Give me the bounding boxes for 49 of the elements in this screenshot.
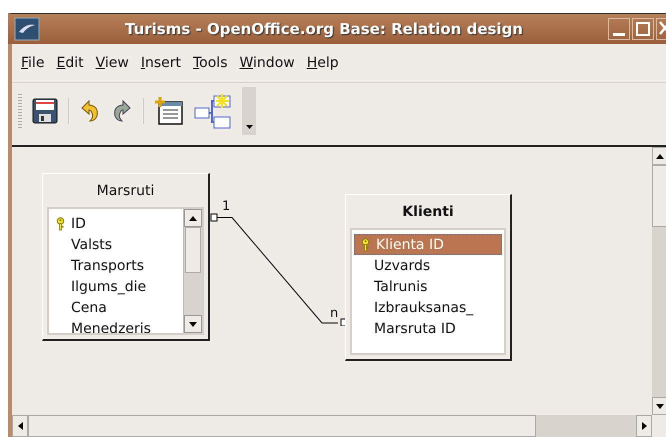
menu-item[interactable]: View	[90, 53, 134, 73]
undo-icon[interactable]	[79, 99, 101, 123]
field-row[interactable]: Izbrauksanas_	[352, 297, 504, 318]
vertical-scrollbar[interactable]	[652, 147, 666, 415]
window-title: Turisms - OpenOffice.org Base: Relation design	[124, 20, 524, 38]
down-arrow-icon[interactable]	[189, 322, 197, 326]
table-title: Marsruti	[96, 182, 156, 200]
menu-item[interactable]: Edit	[51, 53, 89, 73]
menu-item[interactable]: Window	[234, 53, 300, 73]
field-row[interactable]: Cena	[49, 297, 183, 318]
left-arrow-icon[interactable]	[18, 422, 22, 430]
field-row[interactable]: ID	[49, 213, 183, 234]
table-window[interactable]: Marsruti ID Valsts Transports Ilgums_die Cena Menedzeris	[42, 173, 210, 341]
cardinality-label: 1	[222, 200, 230, 213]
minimize-icon[interactable]	[608, 18, 630, 40]
dropdown-arrow-icon[interactable]	[246, 125, 252, 129]
save-icon[interactable]	[32, 98, 58, 124]
redo-icon[interactable]	[111, 99, 133, 123]
scrollbar[interactable]	[183, 209, 202, 333]
field-row[interactable]: Talrunis	[352, 276, 504, 297]
field-row[interactable]: Transports	[49, 255, 183, 276]
menu-item[interactable]: Tools	[188, 53, 232, 73]
cardinality-label: n	[330, 307, 338, 320]
app-icon	[14, 17, 40, 41]
maximize-icon[interactable]	[632, 18, 654, 40]
field-row[interactable]: Klienta ID	[354, 234, 502, 255]
field-row[interactable]: Ilgums_die	[49, 276, 183, 297]
up-arrow-icon[interactable]	[656, 154, 664, 158]
down-arrow-icon[interactable]	[656, 404, 664, 408]
scrollbar-thumb[interactable]	[185, 227, 201, 273]
right-arrow-icon[interactable]	[642, 422, 646, 430]
field-row[interactable]: Menedzeris	[49, 318, 183, 333]
field-row[interactable]: Marsruta ID	[352, 318, 504, 339]
horizontal-scrollbar[interactable]	[12, 415, 652, 437]
relation-icon[interactable]	[194, 93, 232, 129]
table-window[interactable]: Klienti Klienta ID Uzvards Talrunis Izbrauksanas_ Marsruta ID	[345, 194, 512, 361]
up-arrow-icon[interactable]	[189, 216, 197, 220]
close-icon[interactable]	[656, 18, 666, 40]
menu-item[interactable]: File	[16, 53, 50, 73]
key-icon	[56, 216, 64, 230]
field-row[interactable]: Uzvards	[352, 255, 504, 276]
menu-item[interactable]: Insert	[136, 53, 186, 73]
key-icon	[360, 238, 370, 252]
scrollbar-thumb[interactable]	[28, 415, 536, 437]
scrollbar-thumb[interactable]	[652, 165, 666, 227]
menu-item[interactable]: Help	[302, 53, 344, 73]
table-title: Klienti	[401, 202, 455, 222]
new-table-icon[interactable]	[154, 96, 184, 126]
field-row[interactable]: Valsts	[49, 234, 183, 255]
